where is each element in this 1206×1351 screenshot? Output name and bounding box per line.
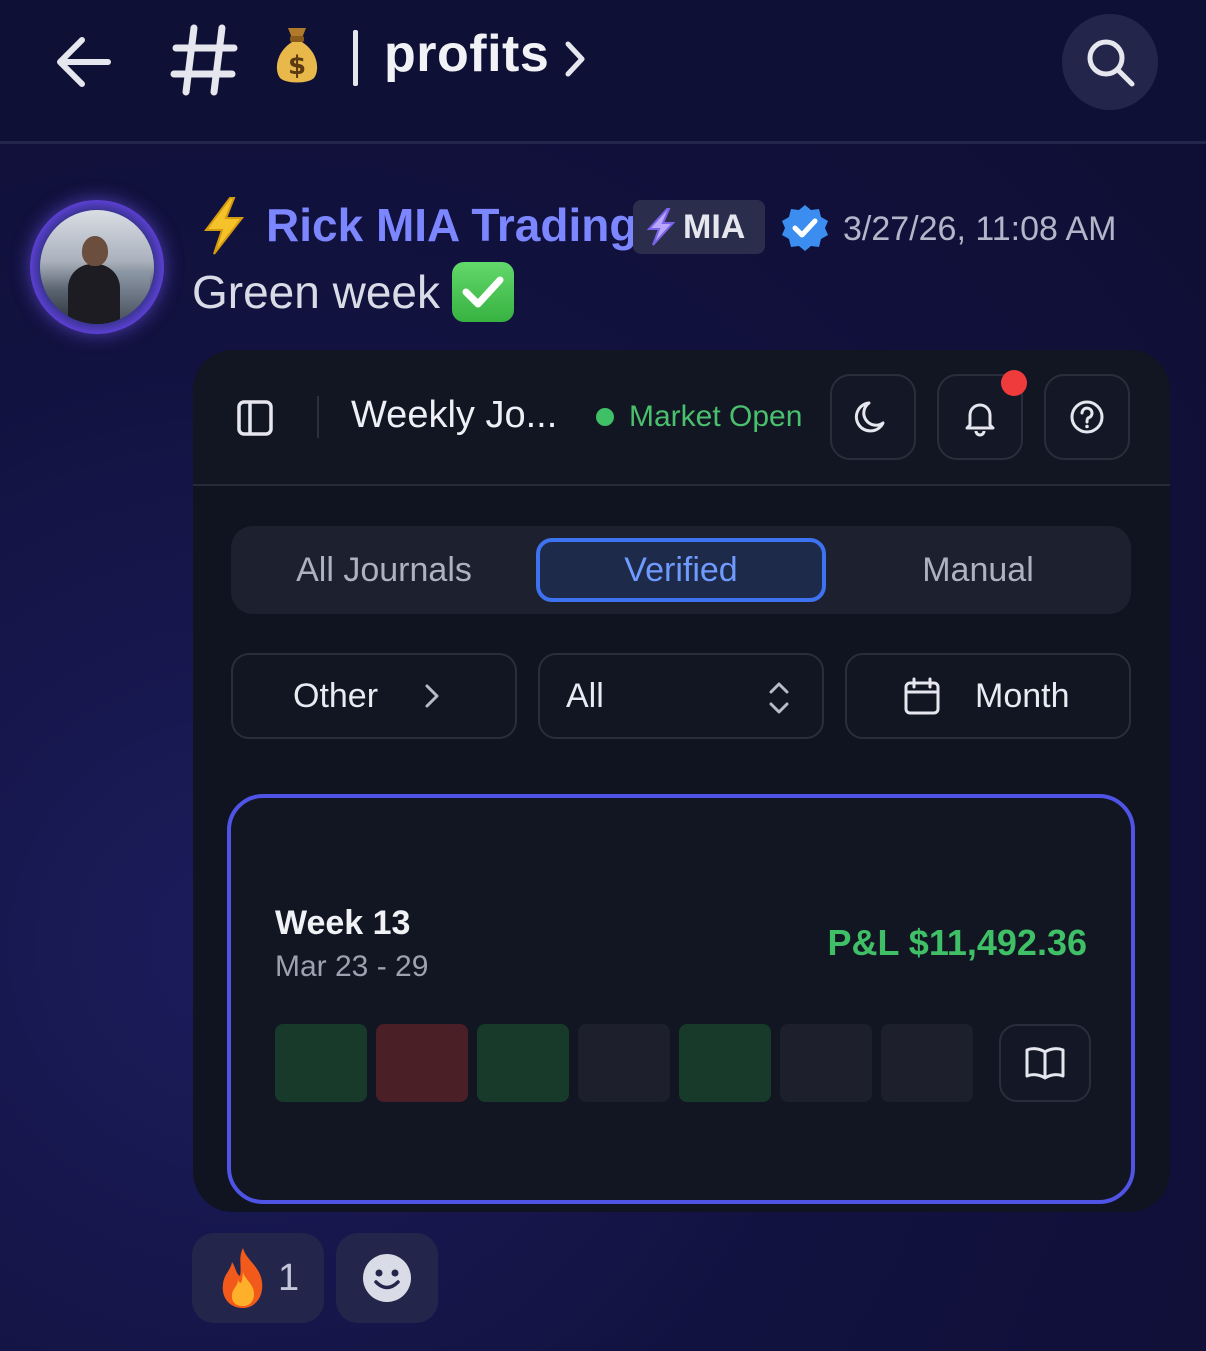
book-icon <box>1025 1047 1065 1080</box>
help-icon <box>1070 400 1104 434</box>
message-body: Green week <box>192 262 515 322</box>
period-filter-label: Month <box>975 676 1070 715</box>
period-filter[interactable]: Month <box>845 653 1131 739</box>
reaction-count: 1 <box>278 1256 300 1299</box>
smiley-icon <box>363 1254 411 1302</box>
week-date-range: Mar 23 - 29 <box>275 950 429 983</box>
search-button[interactable] <box>1062 14 1158 110</box>
category-filter-label: Other <box>293 676 379 715</box>
type-select[interactable]: All <box>538 653 824 739</box>
open-journal-button[interactable] <box>999 1024 1091 1102</box>
author-name[interactable]: Rick MIA Trading <box>266 198 637 252</box>
journal-screenshot[interactable]: Weekly Jo... Market Open All Journals Ve… <box>193 350 1170 1212</box>
role-tag[interactable]: MIA <box>633 200 765 254</box>
avatar[interactable] <box>30 200 164 334</box>
header-divider <box>317 396 319 438</box>
day-box[interactable] <box>881 1024 973 1102</box>
check-mark-icon <box>452 262 515 322</box>
moon-icon <box>854 401 885 433</box>
channel-name[interactable]: profits <box>384 24 549 84</box>
verified-badge-icon <box>780 203 830 253</box>
week-pnl: P&L $11,492.36 <box>827 922 1087 963</box>
type-select-label: All <box>566 676 604 715</box>
day-box[interactable] <box>376 1024 468 1102</box>
day-box[interactable] <box>578 1024 670 1102</box>
tab-manual[interactable]: Manual <box>833 538 1123 602</box>
sidebar-toggle-icon[interactable] <box>235 398 275 438</box>
category-filter[interactable]: Other <box>231 653 517 739</box>
search-icon <box>1087 39 1135 87</box>
tag-bolt-icon <box>646 208 676 246</box>
day-box[interactable] <box>275 1024 367 1102</box>
chevron-right-icon[interactable] <box>562 38 588 80</box>
back-arrow-icon[interactable] <box>52 30 116 94</box>
message-text: Green week <box>192 266 441 318</box>
journal-header: Weekly Jo... Market Open <box>193 350 1170 486</box>
channel-header: $ profits <box>0 0 1206 144</box>
add-reaction-button[interactable] <box>336 1233 438 1323</box>
journal-segment-control: All Journals Verified Manual <box>231 526 1131 614</box>
tab-verified[interactable]: Verified <box>536 538 826 602</box>
reaction-fire[interactable]: 1 <box>192 1233 324 1323</box>
channel-hash-icon <box>170 22 238 98</box>
title-divider <box>353 30 358 86</box>
tab-all-journals[interactable]: All Journals <box>239 538 529 602</box>
message-timestamp: 3/27/26, 11:08 AM <box>843 210 1117 248</box>
journal-title: Weekly Jo... <box>351 394 558 436</box>
day-box[interactable] <box>780 1024 872 1102</box>
dark-mode-button[interactable] <box>830 374 916 460</box>
help-button[interactable] <box>1044 374 1130 460</box>
role-tag-label: MIA <box>683 207 746 246</box>
chevron-right-icon <box>425 684 439 708</box>
fire-icon <box>222 1248 263 1308</box>
bell-icon <box>965 403 995 437</box>
week-title: Week 13 <box>275 904 411 942</box>
day-box[interactable] <box>679 1024 771 1102</box>
svg-text:$: $ <box>288 51 306 81</box>
up-down-chevron-icon <box>769 682 789 714</box>
notification-dot <box>1001 370 1027 396</box>
market-status-dot <box>596 408 614 426</box>
calendar-icon <box>904 677 940 715</box>
money-bag-icon: $ <box>272 22 322 86</box>
market-status: Market Open <box>629 400 803 433</box>
week-card[interactable]: Week 13 Mar 23 - 29 P&L $11,492.36 <box>227 794 1135 1204</box>
avatar-photo <box>40 210 154 324</box>
day-box[interactable] <box>477 1024 569 1102</box>
lightning-bolt-icon <box>198 196 248 256</box>
